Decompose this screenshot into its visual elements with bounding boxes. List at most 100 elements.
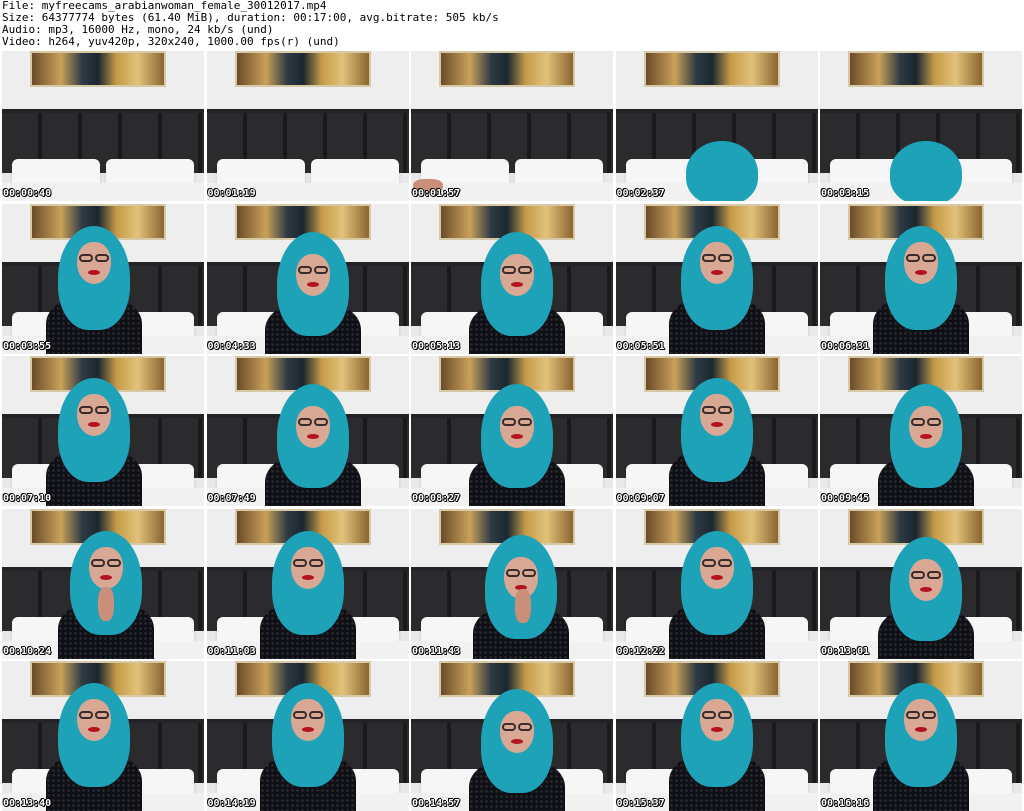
- timestamp-label: 00:03:55: [3, 340, 52, 352]
- person: [820, 509, 1022, 659]
- video-thumbnail: 00:13:01: [820, 508, 1022, 659]
- lips: [306, 434, 319, 439]
- timestamp-label: 00:02:37: [616, 188, 665, 199]
- face: [909, 558, 943, 601]
- person: [2, 509, 204, 659]
- video-thumbnail: 00:14:19: [206, 661, 409, 811]
- hand: [515, 588, 531, 623]
- glasses: [717, 406, 732, 414]
- person: [616, 204, 818, 354]
- glasses: [922, 711, 936, 719]
- face: [904, 241, 938, 284]
- timestamp-label: 00:09:45: [821, 493, 870, 504]
- lips: [710, 574, 723, 580]
- person: [207, 509, 409, 659]
- timestamp-label: 00:07:49: [207, 493, 256, 504]
- glasses: [518, 265, 532, 274]
- glasses: [292, 711, 307, 719]
- timestamp-label: 00:09:07: [616, 493, 665, 504]
- glasses: [911, 418, 925, 426]
- video-thumbnail: 00:07:49: [206, 356, 409, 506]
- video-thumbnail: 00:05:51: [615, 203, 818, 354]
- face: [77, 394, 111, 436]
- glasses: [701, 558, 716, 567]
- lips: [710, 269, 723, 275]
- lips: [915, 727, 927, 732]
- video-thumbnail: 00:05:13: [411, 203, 613, 354]
- lips: [88, 422, 100, 427]
- person: [820, 356, 1022, 506]
- person: [411, 204, 613, 354]
- glasses: [518, 418, 532, 426]
- video-thumbnail: 00:11:43: [411, 508, 613, 659]
- glasses: [717, 253, 732, 262]
- lips: [301, 727, 314, 732]
- lips: [88, 269, 100, 275]
- glasses: [95, 711, 109, 719]
- face: [699, 241, 734, 284]
- glasses: [922, 253, 936, 262]
- timestamp-label: 00:05:51: [616, 340, 665, 352]
- glasses: [717, 711, 732, 719]
- person: [820, 204, 1022, 354]
- video-thumbnail: 00:14:57: [411, 661, 613, 811]
- video-thumbnail: 00:10:24: [2, 508, 204, 659]
- video-thumbnail: 00:04:33: [206, 203, 409, 354]
- person: [411, 356, 613, 506]
- timestamp-label: 00:15:37: [616, 798, 665, 809]
- glasses: [906, 711, 920, 719]
- glasses: [107, 558, 121, 567]
- timestamp-label: 00:11:43: [412, 645, 461, 657]
- person: [2, 356, 204, 506]
- glasses: [297, 265, 312, 274]
- face: [909, 406, 943, 448]
- face: [290, 546, 325, 589]
- timestamp-label: 00:10:24: [3, 645, 52, 657]
- face: [500, 253, 534, 296]
- glasses: [79, 711, 93, 719]
- timestamp-label: 00:07:10: [3, 493, 52, 504]
- timestamp-label: 00:13:40: [3, 798, 52, 809]
- lips: [301, 574, 314, 580]
- glasses: [502, 265, 516, 274]
- glasses: [308, 558, 323, 567]
- person: [411, 509, 613, 659]
- timestamp-label: 00:00:40: [3, 188, 52, 199]
- face: [699, 546, 734, 589]
- person: [616, 661, 818, 811]
- glasses: [927, 570, 941, 579]
- glasses: [313, 418, 328, 426]
- timestamp-label: 00:11:03: [207, 645, 256, 657]
- video-thumbnail: 00:16:16: [820, 661, 1022, 811]
- lips: [915, 269, 927, 275]
- glasses: [308, 711, 323, 719]
- face: [77, 699, 111, 741]
- hand: [98, 586, 114, 621]
- person: [207, 356, 409, 506]
- glasses: [502, 418, 516, 426]
- glasses: [927, 418, 941, 426]
- person: [207, 661, 409, 811]
- glasses: [522, 568, 536, 577]
- glasses: [91, 558, 105, 567]
- lips: [306, 281, 319, 287]
- lips: [920, 434, 932, 439]
- glasses: [297, 418, 312, 426]
- person: [411, 661, 613, 811]
- timestamp-label: 00:12:22: [616, 645, 665, 657]
- face: [89, 546, 123, 589]
- timestamp-label: 00:01:57: [412, 188, 461, 199]
- glasses: [292, 558, 307, 567]
- face: [500, 711, 534, 753]
- glasses: [911, 570, 925, 579]
- timestamp-label: 00:04:33: [207, 340, 256, 352]
- timestamp-label: 00:03:15: [821, 188, 870, 199]
- lips: [88, 727, 100, 732]
- video-thumbnail: 00:01:19: [206, 51, 409, 201]
- glasses: [906, 253, 920, 262]
- video-thumbnail: 00:12:22: [615, 508, 818, 659]
- person: [616, 356, 818, 506]
- glasses: [95, 253, 109, 262]
- face: [500, 406, 534, 448]
- timestamp-label: 00:06:31: [821, 340, 870, 352]
